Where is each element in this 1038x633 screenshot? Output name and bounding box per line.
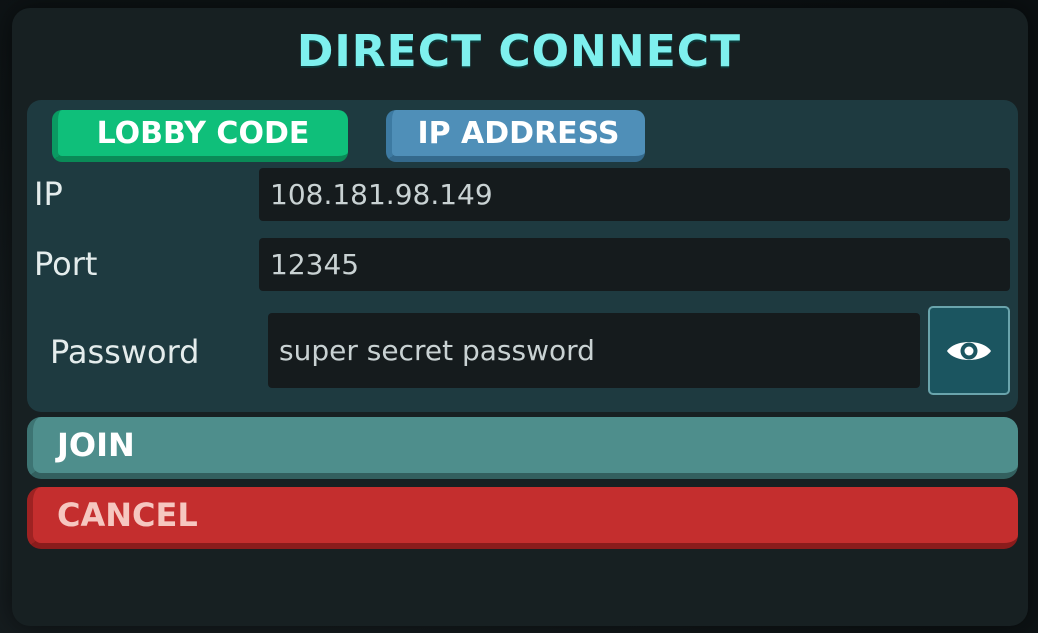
ip-field[interactable]: 108.181.98.149 (259, 168, 1010, 221)
ip-label: IP (34, 175, 63, 213)
password-value: super secret password (279, 334, 595, 367)
port-field[interactable]: 12345 (259, 238, 1010, 291)
join-button[interactable]: JOIN (27, 417, 1018, 479)
password-field[interactable]: super secret password (268, 313, 920, 388)
dialog-title: DIRECT CONNECT (296, 26, 742, 77)
cancel-button[interactable]: CANCEL (27, 487, 1018, 549)
eye-icon (947, 341, 991, 360)
tab-lobby-code[interactable]: LOBBY CODE (52, 110, 348, 162)
join-label: JOIN (57, 426, 135, 464)
reveal-password-button[interactable] (928, 306, 1010, 395)
port-label: Port (34, 245, 98, 283)
ip-value: 108.181.98.149 (270, 178, 493, 211)
tab-ip-address[interactable]: IP ADDRESS (386, 110, 645, 162)
password-label: Password (50, 333, 200, 371)
port-value: 12345 (270, 248, 360, 281)
cancel-label: CANCEL (57, 496, 198, 534)
